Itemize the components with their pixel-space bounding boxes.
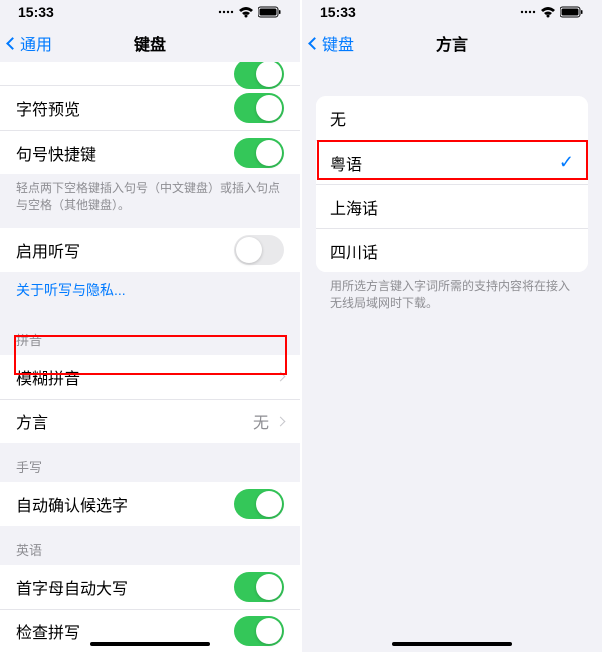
status-icons <box>520 6 584 18</box>
section-header-english: 英语 <box>0 526 300 565</box>
toggle-char-preview[interactable] <box>234 93 284 123</box>
footnote: 轻点两下空格键插入句号（中文键盘）或插入句点与空格（其他键盘）。 <box>0 174 300 228</box>
back-label: 键盘 <box>322 31 354 55</box>
toggle-auto-confirm[interactable] <box>234 489 284 519</box>
option-cantonese[interactable]: 粤语 ✓ <box>316 140 588 184</box>
option-label: 上海话 <box>330 195 378 219</box>
back-button[interactable]: 键盘 <box>310 31 354 55</box>
checkmark-icon: ✓ <box>559 152 574 173</box>
option-sichuanese[interactable]: 四川话 <box>316 228 588 272</box>
wifi-icon <box>540 6 556 18</box>
row-label: 模糊拼音 <box>16 365 80 389</box>
row-char-preview[interactable]: 字符预览 <box>0 86 300 130</box>
settings-list[interactable]: 字符预览 句号快捷键 轻点两下空格键插入句号（中文键盘）或插入句点与空格（其他键… <box>0 62 300 652</box>
row-label: 首字母自动大写 <box>16 575 128 599</box>
status-bar: 15:33 <box>0 0 300 24</box>
nav-bar: 通用 键盘 <box>0 24 300 62</box>
status-bar: 15:33 <box>302 0 602 24</box>
cellular-icon <box>520 7 536 17</box>
footnote: 用所选方言键入字词所需的支持内容将在接入无线局域网时下载。 <box>302 272 602 326</box>
nav-bar: 键盘 方言 <box>302 24 602 62</box>
option-label: 粤语 <box>330 151 362 175</box>
privacy-link[interactable]: 关于听写与隐私... <box>0 272 300 316</box>
back-button[interactable]: 通用 <box>8 31 52 55</box>
cellular-icon <box>218 7 234 17</box>
row-dialect[interactable]: 方言 无 <box>0 399 300 443</box>
row-label: 句号快捷键 <box>16 141 96 165</box>
row-label: 方言 <box>16 409 48 433</box>
option-shanghainese[interactable]: 上海话 <box>316 184 588 228</box>
option-label: 无 <box>330 106 346 130</box>
row-label: 检查拼写 <box>16 619 80 643</box>
option-none[interactable]: 无 <box>316 96 588 140</box>
back-label: 通用 <box>20 31 52 55</box>
option-label: 四川话 <box>330 239 378 263</box>
toggle-dictation[interactable] <box>234 235 284 265</box>
time-display: 15:33 <box>18 4 54 20</box>
page-title: 键盘 <box>134 31 166 55</box>
time-display: 15:33 <box>320 4 356 20</box>
chevron-left-icon <box>308 37 321 50</box>
dialect-list[interactable]: 无 粤语 ✓ 上海话 四川话 用所选方言键入字词所需的支持内容将在接入无线局域网… <box>302 62 602 652</box>
chevron-left-icon <box>6 37 19 50</box>
row-label: 自动确认候选字 <box>16 492 128 516</box>
row-dictation[interactable]: 启用听写 <box>0 228 300 272</box>
section-header-handwriting: 手写 <box>0 443 300 482</box>
toggle-auto-cap[interactable] <box>234 572 284 602</box>
row-auto-confirm[interactable]: 自动确认候选字 <box>0 482 300 526</box>
partial-row[interactable] <box>0 62 300 86</box>
battery-icon <box>560 6 584 18</box>
battery-icon <box>258 6 282 18</box>
row-label: 启用听写 <box>16 238 80 262</box>
home-indicator[interactable] <box>90 642 210 646</box>
toggle-period-shortcut[interactable] <box>234 138 284 168</box>
toggle-on[interactable] <box>234 62 284 89</box>
wifi-icon <box>238 6 254 18</box>
chevron-right-icon <box>276 372 286 382</box>
page-title: 方言 <box>436 31 468 55</box>
status-icons <box>218 6 282 18</box>
toggle-check-spelling[interactable] <box>234 616 284 646</box>
home-indicator[interactable] <box>392 642 512 646</box>
row-fuzzy-pinyin[interactable]: 模糊拼音 <box>0 355 300 399</box>
section-header-pinyin: 拼音 <box>0 316 300 355</box>
row-label: 字符预览 <box>16 96 80 120</box>
row-auto-cap[interactable]: 首字母自动大写 <box>0 565 300 609</box>
row-period-shortcut[interactable]: 句号快捷键 <box>0 130 300 174</box>
chevron-right-icon <box>276 416 286 426</box>
row-value: 无 <box>253 409 269 433</box>
